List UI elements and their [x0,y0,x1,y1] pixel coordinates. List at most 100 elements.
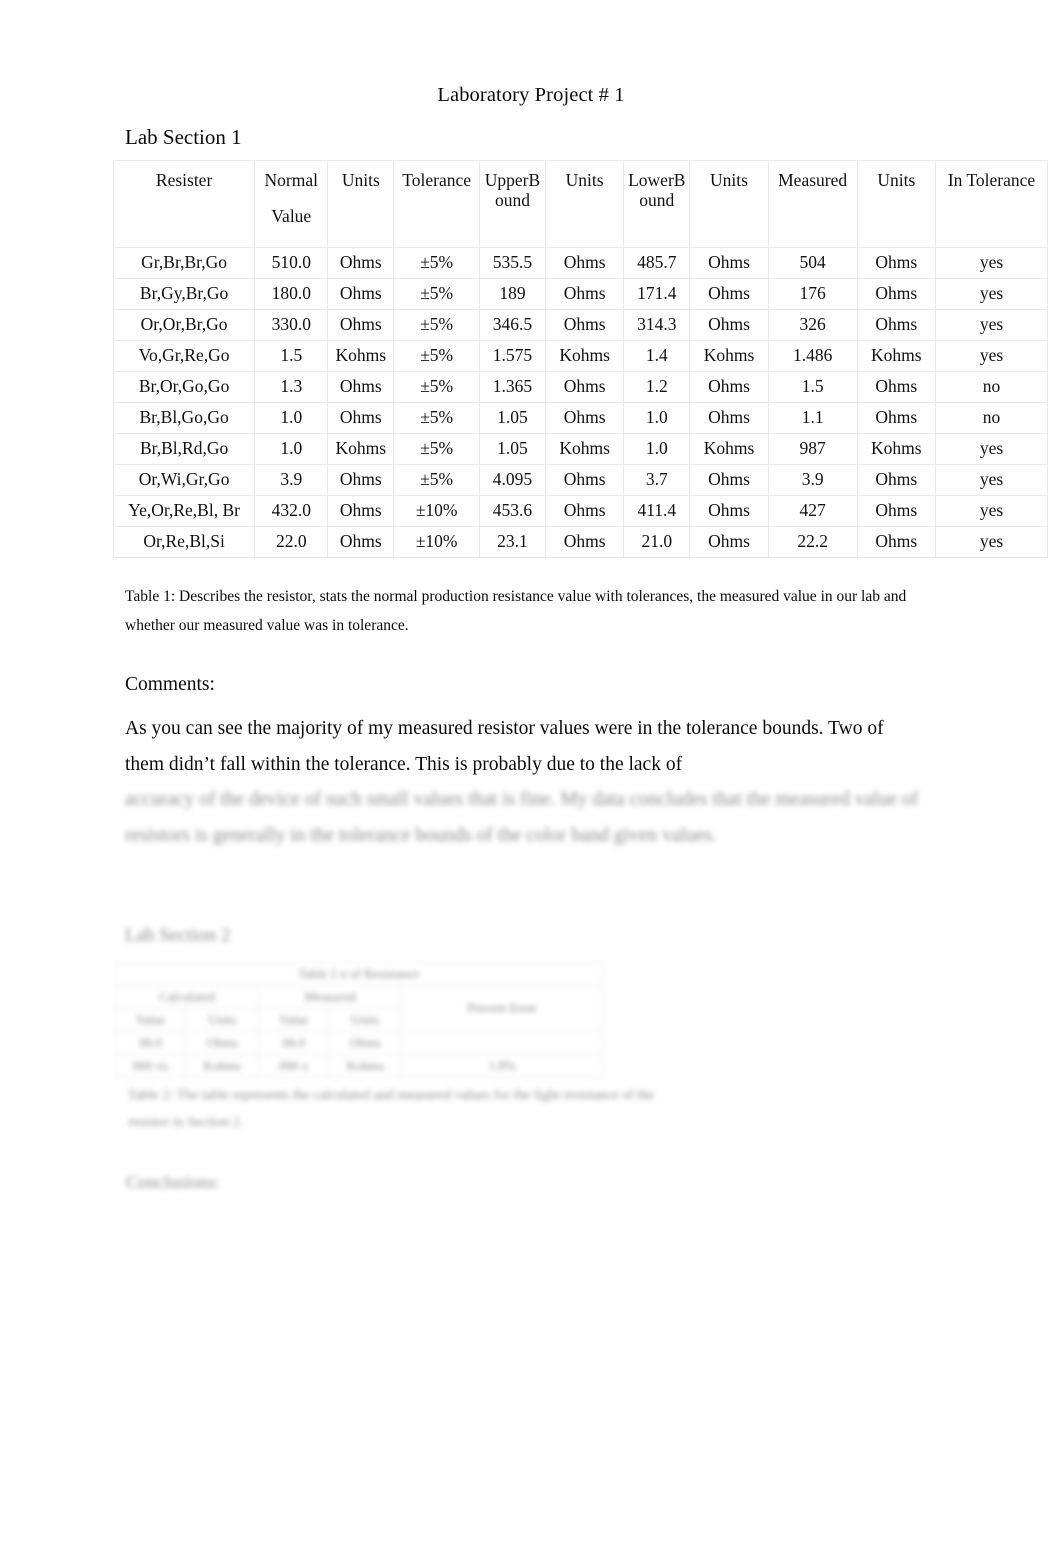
cell-measured: 504 [767,247,858,279]
cell-units-1: Kohms [327,433,395,465]
cell-units-3: Ohms [689,247,769,279]
table-1-caption: Table 1: Describes the resistor, stats t… [125,588,907,634]
cell-units-2: Ohms [544,309,625,341]
header-lower-bound: LowerBound [623,160,691,248]
cell-in-tolerance: yes [935,433,1048,465]
cell-measured: 1.486 [767,340,858,372]
table-row: Or,Or,Br,Go 330.0 Ohms ±5% 346.5 Ohms 314.3 Ohm… [112,309,1048,341]
cell-in-tolerance: yes [935,278,1048,310]
header-units-1-line1: Units [341,170,380,190]
cell-normal-value: 330.0 [254,309,329,341]
cell-units-3: Kohms [689,340,769,372]
cell-units-2: Ohms [544,371,625,403]
header-in-tolerance-line1: In Tolerance [947,170,1036,190]
cell-normal-value: 510.0 [254,247,329,279]
section-2-cell: Ohms [185,1031,260,1055]
resistor-table-body: Gr,Br,Br,Go 510.0 Ohms ±5% 535.5 Ohms 485.7 Ohm… [112,247,1048,558]
cell-resister: Br,Gy,Br,Go [112,278,256,310]
cell-units-1: Ohms [327,495,395,527]
cell-lower-bound: 1.4 [623,340,691,372]
cell-upper-bound: 1.575 [479,340,546,372]
cell-resister: Br,Bl,Rd,Go [112,433,256,465]
cell-resister: Gr,Br,Br,Go [112,247,256,279]
cell-units-3: Ohms [689,278,769,310]
conclusions-label: Conclusions: [126,1172,221,1192]
section-2-cell: 000 x [258,1054,330,1078]
cell-units-1: Ohms [327,247,395,279]
section-2-table-group-header-row: Calculated Measured Percent Error [114,985,603,1032]
cell-units-3: Ohms [689,464,769,496]
cell-measured: 987 [767,433,858,465]
section-2-table-container: Table 2 n of Resistance Calculated Measure… [114,962,603,1078]
header-units-3-line1: Units [710,170,748,190]
section-2-sub-header: Value [258,1008,330,1032]
table-row: Or,Re,Bl,Si 22.0 Ohms ±10% 23.1 Ohms 21.0 Ohms 2… [112,526,1048,558]
header-units-3: Units [689,160,769,248]
cell-units-4: Ohms [856,309,937,341]
table-row: Ye,Or,Re,Bl, Br 432.0 Ohms ±10% 453.6 Ohms 411… [112,495,1048,527]
cell-tolerance: ±5% [393,340,481,372]
cell-lower-bound: 485.7 [623,247,691,279]
cell-in-tolerance: yes [935,526,1048,558]
cell-upper-bound: 1.365 [479,371,546,403]
cell-units-1: Ohms [327,371,395,403]
cell-units-1: Ohms [327,309,395,341]
table-row: Br,Bl,Go,Go 1.0 Ohms ±5% 1.05 Ohms 1.0 Ohms 1.1 O… [112,402,1048,434]
cell-units-4: Ohms [856,464,937,496]
cell-tolerance: ±5% [393,371,481,403]
header-units-4-line1: Units [877,170,916,190]
cell-resister: Or,Re,Bl,Si [112,526,256,558]
header-upper-line1: Upper [484,170,529,190]
cell-units-1: Ohms [327,278,395,310]
header-upper-bound: UpperBound [479,160,546,248]
cell-lower-bound: 411.4 [623,495,691,527]
section-2-cell: 000 xx [114,1054,187,1078]
resistor-table-container: Resister Normal Value Units Tolerance Upp… [112,160,1048,558]
section-heading-lab-section-1: Lab Section 1 [125,125,242,149]
cell-in-tolerance: yes [935,247,1048,279]
cell-upper-bound: 189 [479,278,546,310]
header-units-2-line1: Units [565,170,604,190]
cell-resister: Br,Bl,Go,Go [112,402,256,434]
cell-in-tolerance: no [935,402,1048,434]
cell-in-tolerance: yes [935,495,1048,527]
section-2-cell: 1.8% [401,1054,603,1078]
cell-units-4: Kohms [856,433,937,465]
cell-units-3: Ohms [689,402,769,434]
cell-normal-value: 1.3 [254,371,329,403]
cell-normal-value: 1.0 [254,402,329,434]
table-row: Gr,Br,Br,Go 510.0 Ohms ±5% 535.5 Ohms 485.7 Ohm… [112,247,1048,279]
section-2-table-row: 000 xx Kohms 000 x Kohms 1.8% [114,1054,603,1078]
cell-normal-value: 3.9 [254,464,329,496]
document-page: Laboratory Project # 1 Lab Section 1 Res… [0,0,1062,1561]
section-2-cell: Kohms [328,1054,403,1078]
cell-units-2: Kohms [544,340,625,372]
cell-tolerance: ±10% [393,526,481,558]
cell-tolerance: ±5% [393,278,481,310]
cell-in-tolerance: yes [935,309,1048,341]
cell-upper-bound: 1.05 [479,402,546,434]
table-header-row: Resister Normal Value Units Tolerance Upp… [112,160,1048,248]
header-measured-line1: Measured [778,170,848,190]
cell-units-1: Ohms [327,526,395,558]
header-resister: Resister [112,160,256,248]
section-2-group-header: Calculated [114,985,260,1009]
section-2-cell: Kohms [185,1054,260,1078]
cell-resister: Ye,Or,Re,Bl, Br [112,495,256,527]
section-2-cell [401,1031,603,1055]
cell-units-1: Kohms [327,340,395,372]
cell-normal-value: 1.0 [254,433,329,465]
comments-label: Comments: [125,674,215,695]
cell-units-2: Kohms [544,433,625,465]
table-row: Br,Gy,Br,Go 180.0 Ohms ±5% 189 Ohms 171.4 Ohms 1… [112,278,1048,310]
cell-tolerance: ±5% [393,402,481,434]
cell-lower-bound: 1.2 [623,371,691,403]
cell-measured: 326 [767,309,858,341]
cell-tolerance: ±5% [393,464,481,496]
header-units-1: Units [327,160,395,248]
cell-lower-bound: 314.3 [623,309,691,341]
cell-in-tolerance: yes [935,340,1048,372]
table-row: Br,Bl,Rd,Go 1.0 Kohms ±5% 1.05 Kohms 1.0 Kohms 9… [112,433,1048,465]
cell-upper-bound: 4.095 [479,464,546,496]
header-units-4: Units [856,160,937,248]
